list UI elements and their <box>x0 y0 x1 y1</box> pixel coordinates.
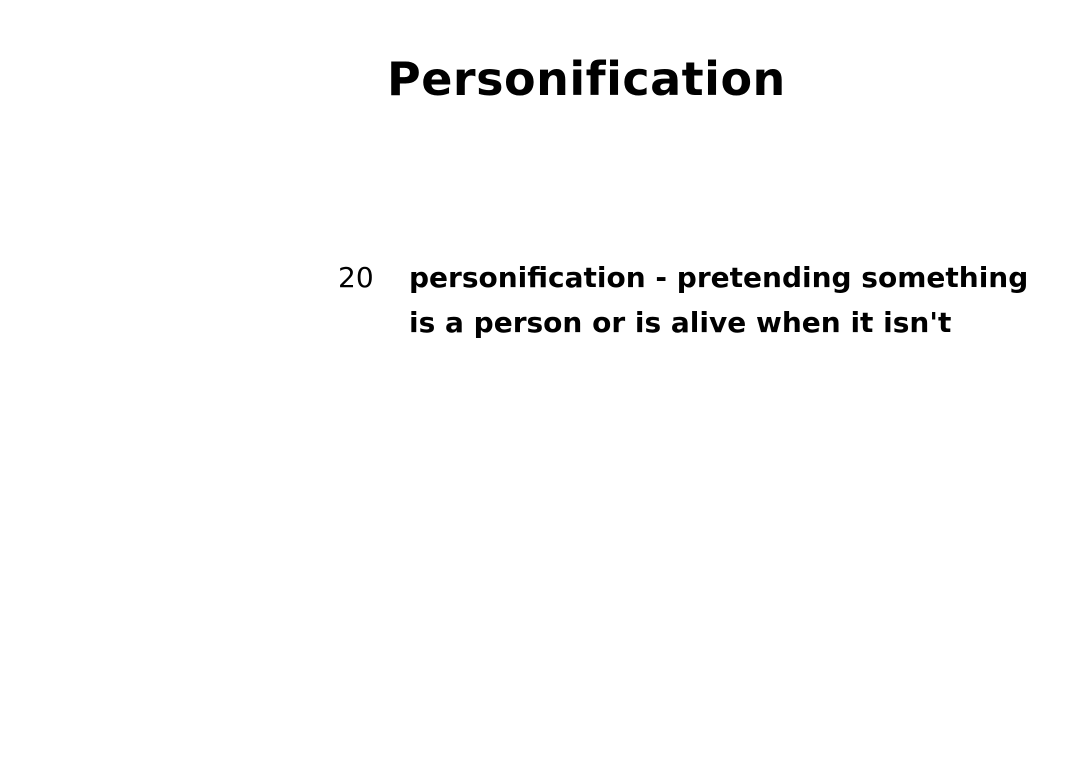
page-title: Personification <box>387 52 786 106</box>
definition-entry: 20 personification - pretending somethin… <box>336 255 1036 355</box>
definition-text: personification - pretending something i… <box>409 255 1034 345</box>
definition-line-2: is a person or is alive when it isn't <box>409 306 952 339</box>
entry-number: 20 <box>338 261 374 294</box>
definition-line-1: personification - pretending something <box>409 261 1029 294</box>
